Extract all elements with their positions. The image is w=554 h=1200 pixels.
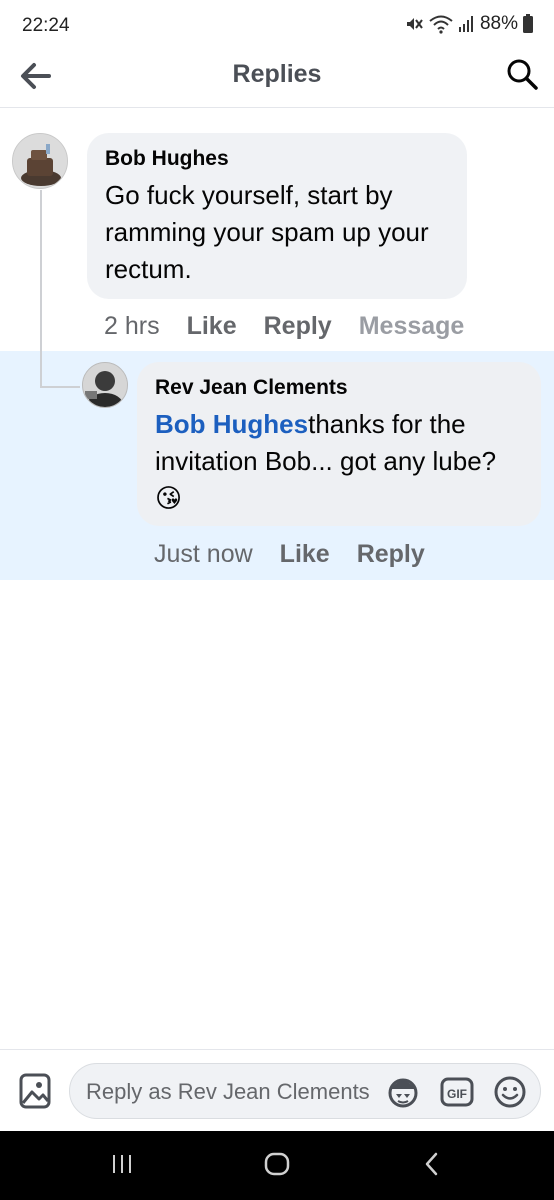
mute-icon bbox=[404, 14, 424, 34]
system-nav-bar bbox=[0, 1131, 554, 1200]
search-icon bbox=[505, 57, 539, 96]
replies-screen: 22:24 88% Replies Bob Hughes Go fuck you… bbox=[0, 0, 554, 1200]
home-icon bbox=[264, 1151, 290, 1182]
comment-bubble[interactable]: Bob Hughes Go fuck yourself, start by ra… bbox=[87, 133, 467, 299]
reply-composer: Reply as Rev Jean Clements GIF bbox=[0, 1049, 554, 1131]
avatar-sticker-icon[interactable] bbox=[386, 1075, 420, 1109]
back-icon bbox=[423, 1151, 441, 1182]
status-icons: 88% bbox=[404, 13, 534, 35]
photo-button[interactable] bbox=[18, 1072, 52, 1110]
reply-button[interactable]: Reply bbox=[357, 540, 425, 569]
message-button[interactable]: Message bbox=[359, 312, 465, 341]
emoji-icon[interactable] bbox=[493, 1075, 527, 1109]
reply-author[interactable]: Rev Jean Clements bbox=[155, 376, 523, 400]
kissing-face-emoji: 😘 bbox=[155, 483, 183, 513]
comment-author[interactable]: Bob Hughes bbox=[105, 147, 449, 171]
battery-icon bbox=[522, 14, 534, 34]
search-button[interactable] bbox=[502, 56, 542, 96]
reply-placeholder: Reply as Rev Jean Clements bbox=[86, 1079, 370, 1104]
status-time: 22:24 bbox=[22, 15, 70, 36]
reply-input[interactable]: Reply as Rev Jean Clements GIF bbox=[69, 1063, 541, 1119]
comment-actions: 2 hrs Like Reply Message bbox=[104, 312, 491, 341]
like-button[interactable]: Like bbox=[187, 312, 237, 341]
reply-actions: Just now Like Reply bbox=[154, 540, 452, 569]
gif-label: GIF bbox=[447, 1087, 467, 1101]
reply-timestamp: Just now bbox=[154, 540, 253, 568]
comment-timestamp: 2 hrs bbox=[104, 312, 160, 340]
like-button[interactable]: Like bbox=[280, 540, 330, 569]
signal-icon bbox=[458, 15, 474, 33]
mention-link[interactable]: Bob Hughes bbox=[155, 409, 308, 439]
thread-line bbox=[40, 190, 42, 388]
header-bar: Replies bbox=[0, 50, 554, 108]
status-bar: 22:24 88% bbox=[0, 0, 554, 50]
recents-icon bbox=[110, 1153, 134, 1180]
thread-line-branch bbox=[40, 386, 80, 388]
comment-text: Go fuck yourself, start by ramming your … bbox=[105, 180, 429, 284]
battery-percent: 88% bbox=[479, 13, 518, 34]
home-button[interactable] bbox=[257, 1149, 297, 1183]
reply-text: Bob Hughesthanks for the invitation Bob.… bbox=[155, 406, 523, 517]
recents-button[interactable] bbox=[102, 1149, 142, 1183]
reply-bubble[interactable]: Rev Jean Clements Bob Hughesthanks for t… bbox=[137, 362, 541, 526]
wifi-icon bbox=[428, 14, 454, 34]
page-title: Replies bbox=[232, 60, 322, 88]
nav-back-button[interactable] bbox=[412, 1149, 452, 1183]
gif-icon[interactable]: GIF bbox=[440, 1075, 474, 1109]
avatar-rev-jean-clements[interactable] bbox=[82, 362, 128, 408]
reply-button[interactable]: Reply bbox=[264, 312, 332, 341]
photo-icon bbox=[18, 1073, 52, 1114]
avatar-bob-hughes[interactable] bbox=[12, 133, 68, 189]
